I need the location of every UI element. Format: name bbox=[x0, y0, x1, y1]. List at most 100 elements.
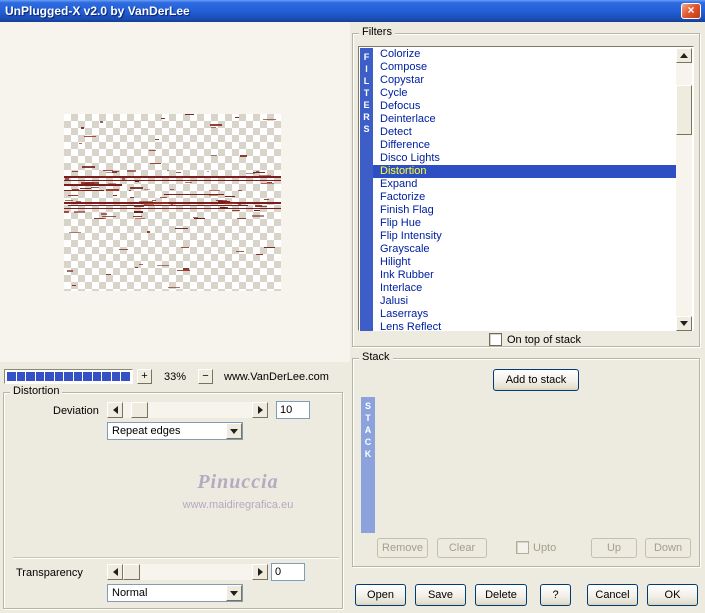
zoom-out-button[interactable]: − bbox=[198, 369, 213, 384]
down-button[interactable]: Down bbox=[645, 538, 691, 558]
progress-segment bbox=[102, 372, 111, 381]
filter-item[interactable]: Compose bbox=[373, 61, 678, 74]
filter-item[interactable]: Expand bbox=[373, 178, 678, 191]
add-to-stack-button[interactable]: Add to stack bbox=[493, 369, 579, 391]
watermark-url: www.maidiregrafica.eu bbox=[182, 499, 294, 511]
progress-segment bbox=[45, 372, 54, 381]
filter-item[interactable]: Ink Rubber bbox=[373, 269, 678, 282]
filter-scrollbar bbox=[676, 48, 692, 331]
filters-vertical-label: FILTERS bbox=[363, 52, 370, 134]
edge-mode-dropdown-button[interactable] bbox=[226, 423, 242, 439]
filter-item[interactable]: Laserrays bbox=[373, 308, 678, 321]
upto-checkbox[interactable] bbox=[516, 541, 529, 554]
plus-icon: + bbox=[141, 370, 148, 382]
save-button[interactable]: Save bbox=[415, 584, 466, 606]
filters-vertical-bar: FILTERS bbox=[360, 48, 373, 331]
progress-segment bbox=[73, 372, 83, 381]
vendor-website: www.VanDerLee.com bbox=[224, 371, 329, 383]
deviation-slider-track[interactable] bbox=[123, 402, 252, 418]
deviation-slider-right-button[interactable] bbox=[252, 402, 268, 418]
window-title: UnPlugged-X v2.0 by VanDerLee bbox=[5, 4, 190, 18]
transparency-input[interactable] bbox=[271, 563, 305, 581]
chevron-down-icon bbox=[230, 590, 238, 596]
transparency-slider-left-button[interactable] bbox=[107, 564, 123, 580]
deviation-slider bbox=[107, 402, 268, 418]
filter-list: Colorize Compose Copystar Cycle Defocus Deint… bbox=[373, 48, 678, 331]
progress-segment bbox=[26, 372, 35, 381]
cancel-button[interactable]: Cancel bbox=[587, 584, 638, 606]
separator-line bbox=[13, 557, 339, 559]
progress-segment bbox=[83, 372, 92, 381]
blend-mode-value: Normal bbox=[112, 587, 148, 599]
help-label: ? bbox=[552, 589, 559, 601]
progress-segment bbox=[7, 372, 16, 381]
blend-mode-combobox[interactable]: Normal bbox=[107, 584, 243, 602]
filter-item[interactable]: Disco Lights bbox=[373, 152, 678, 165]
filter-item[interactable]: Finish Flag bbox=[373, 204, 678, 217]
progress-segment bbox=[16, 372, 26, 381]
chevron-down-icon bbox=[230, 428, 238, 434]
clear-button[interactable]: Clear bbox=[437, 538, 487, 558]
clear-label: Clear bbox=[448, 542, 476, 554]
remove-button[interactable]: Remove bbox=[377, 538, 428, 558]
filter-item[interactable]: Detect bbox=[373, 126, 678, 139]
filter-item[interactable]: Deinterlace bbox=[373, 113, 678, 126]
arrow-left-icon bbox=[112, 568, 118, 576]
filter-item[interactable]: Interlace bbox=[373, 282, 678, 295]
deviation-slider-thumb[interactable] bbox=[131, 402, 148, 418]
ok-button[interactable]: OK bbox=[647, 584, 698, 606]
progress-segment bbox=[92, 372, 102, 381]
open-button[interactable]: Open bbox=[355, 584, 406, 606]
delete-label: Delete bbox=[485, 589, 517, 601]
filter-item[interactable]: Jalusi bbox=[373, 295, 678, 308]
scroll-thumb[interactable] bbox=[676, 85, 692, 135]
close-button[interactable]: × bbox=[681, 3, 701, 19]
minus-icon: − bbox=[202, 370, 209, 382]
zoom-in-button[interactable]: + bbox=[137, 369, 152, 384]
deviation-label: Deviation bbox=[53, 405, 99, 417]
transparency-slider-track[interactable] bbox=[123, 564, 252, 580]
filter-item[interactable]: Lens Reflect bbox=[373, 321, 678, 331]
scroll-track[interactable] bbox=[676, 63, 692, 316]
arrow-down-icon bbox=[680, 321, 688, 326]
preview-image[interactable] bbox=[64, 114, 281, 291]
filter-item[interactable]: Defocus bbox=[373, 100, 678, 113]
stack-vertical-label: STACK bbox=[364, 401, 372, 459]
arrow-right-icon bbox=[257, 406, 263, 414]
open-label: Open bbox=[367, 589, 394, 601]
blend-mode-dropdown-button[interactable] bbox=[226, 585, 242, 601]
filter-item[interactable]: Distortion bbox=[373, 165, 678, 178]
filter-item[interactable]: Cycle bbox=[373, 87, 678, 100]
stack-group-label: Stack bbox=[359, 351, 393, 363]
upto-label: Upto bbox=[533, 542, 557, 554]
on-top-of-stack-label: On top of stack bbox=[507, 334, 581, 346]
deviation-input[interactable] bbox=[276, 401, 310, 419]
edge-mode-combobox[interactable]: Repeat edges bbox=[107, 422, 243, 440]
delete-button[interactable]: Delete bbox=[475, 584, 527, 606]
transparency-label: Transparency bbox=[16, 567, 83, 579]
filter-item[interactable]: Difference bbox=[373, 139, 678, 152]
filter-item[interactable]: Flip Hue bbox=[373, 217, 678, 230]
transparency-slider-right-button[interactable] bbox=[252, 564, 268, 580]
filter-item[interactable]: Grayscale bbox=[373, 243, 678, 256]
close-icon: × bbox=[687, 3, 695, 17]
filter-item[interactable]: Factorize bbox=[373, 191, 678, 204]
transparency-slider bbox=[107, 564, 268, 580]
up-button[interactable]: Up bbox=[591, 538, 637, 558]
filter-item[interactable]: Copystar bbox=[373, 74, 678, 87]
progress-bar bbox=[4, 369, 133, 384]
progress-segment bbox=[54, 372, 64, 381]
on-top-of-stack-checkbox[interactable] bbox=[489, 333, 502, 346]
ok-label: OK bbox=[664, 589, 681, 601]
save-label: Save bbox=[427, 589, 454, 601]
deviation-slider-left-button[interactable] bbox=[107, 402, 123, 418]
filter-item[interactable]: Hilight bbox=[373, 256, 678, 269]
scroll-up-button[interactable] bbox=[676, 48, 692, 63]
scroll-down-button[interactable] bbox=[676, 316, 692, 331]
filter-item[interactable]: Colorize bbox=[373, 48, 678, 61]
help-button[interactable]: ? bbox=[540, 584, 571, 606]
progress-segment bbox=[64, 372, 73, 381]
transparency-slider-thumb[interactable] bbox=[123, 564, 140, 580]
filter-item[interactable]: Flip Intensity bbox=[373, 230, 678, 243]
stack-list[interactable] bbox=[375, 397, 692, 533]
